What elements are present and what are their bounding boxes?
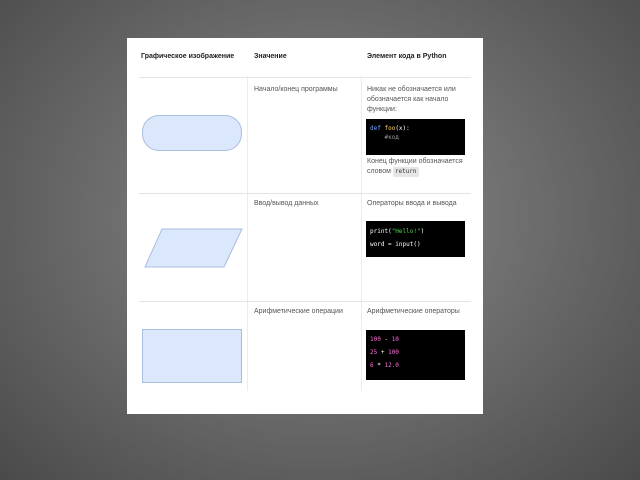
code-line: 6 * 12.0 (370, 361, 461, 370)
divider (247, 76, 248, 391)
parallelogram-shape (144, 228, 243, 268)
code-operator: * (373, 362, 385, 369)
slide: Графическое изображение Значение Элемент… (127, 38, 483, 414)
code-line: word = input() (370, 241, 421, 248)
code-block: print("Hello!") word = input() (366, 221, 465, 257)
code-line: def foo(x): (370, 124, 461, 133)
code-block: 100 - 10 25 + 100 6 * 12.0 (366, 330, 465, 380)
code-number: 100 (388, 349, 399, 356)
code-number: 10 (391, 336, 399, 343)
code-number: 12.0 (384, 362, 399, 369)
code-number: 100 (370, 336, 381, 343)
meaning-text: Арифметические операции (254, 308, 343, 315)
meaning-text: Ввод/вывод данных (254, 200, 319, 207)
code-comment: #код (384, 134, 399, 141)
process-rectangle-shape (142, 329, 242, 383)
code-line: print("Hello!") (370, 227, 461, 236)
python-text: Операторы ввода и вывода (367, 200, 457, 207)
code-line: 100 - 10 (370, 335, 461, 344)
code-operator: - (380, 336, 392, 343)
divider (139, 301, 471, 302)
inline-code: return (392, 167, 419, 177)
code-text: (x): (395, 125, 410, 132)
code-text: ) (420, 228, 425, 235)
code-block: def foo(x): #код (366, 119, 465, 155)
header-shape: Графическое изображение (141, 53, 235, 60)
code-operator: + (377, 349, 389, 356)
code-function: foo (384, 125, 396, 132)
divider (139, 193, 471, 194)
code-function: print (370, 228, 389, 235)
code-string: "Hello!" (391, 228, 421, 235)
python-text: Никак не обозначается или обозначается к… (367, 86, 456, 113)
code-line: 25 + 100 (370, 348, 461, 357)
code-line: #код (370, 133, 461, 142)
python-text: Арифметические операторы (367, 308, 460, 315)
terminator-shape (142, 115, 242, 151)
meaning-text: Начало/конец программы (254, 86, 338, 93)
divider (139, 77, 471, 78)
code-keyword: def (370, 125, 381, 132)
divider (361, 76, 362, 391)
header-meaning: Значение (254, 53, 287, 60)
python-text: Конец функции обозначается словом return (367, 157, 467, 177)
header-python: Элемент кода в Python (367, 53, 447, 60)
